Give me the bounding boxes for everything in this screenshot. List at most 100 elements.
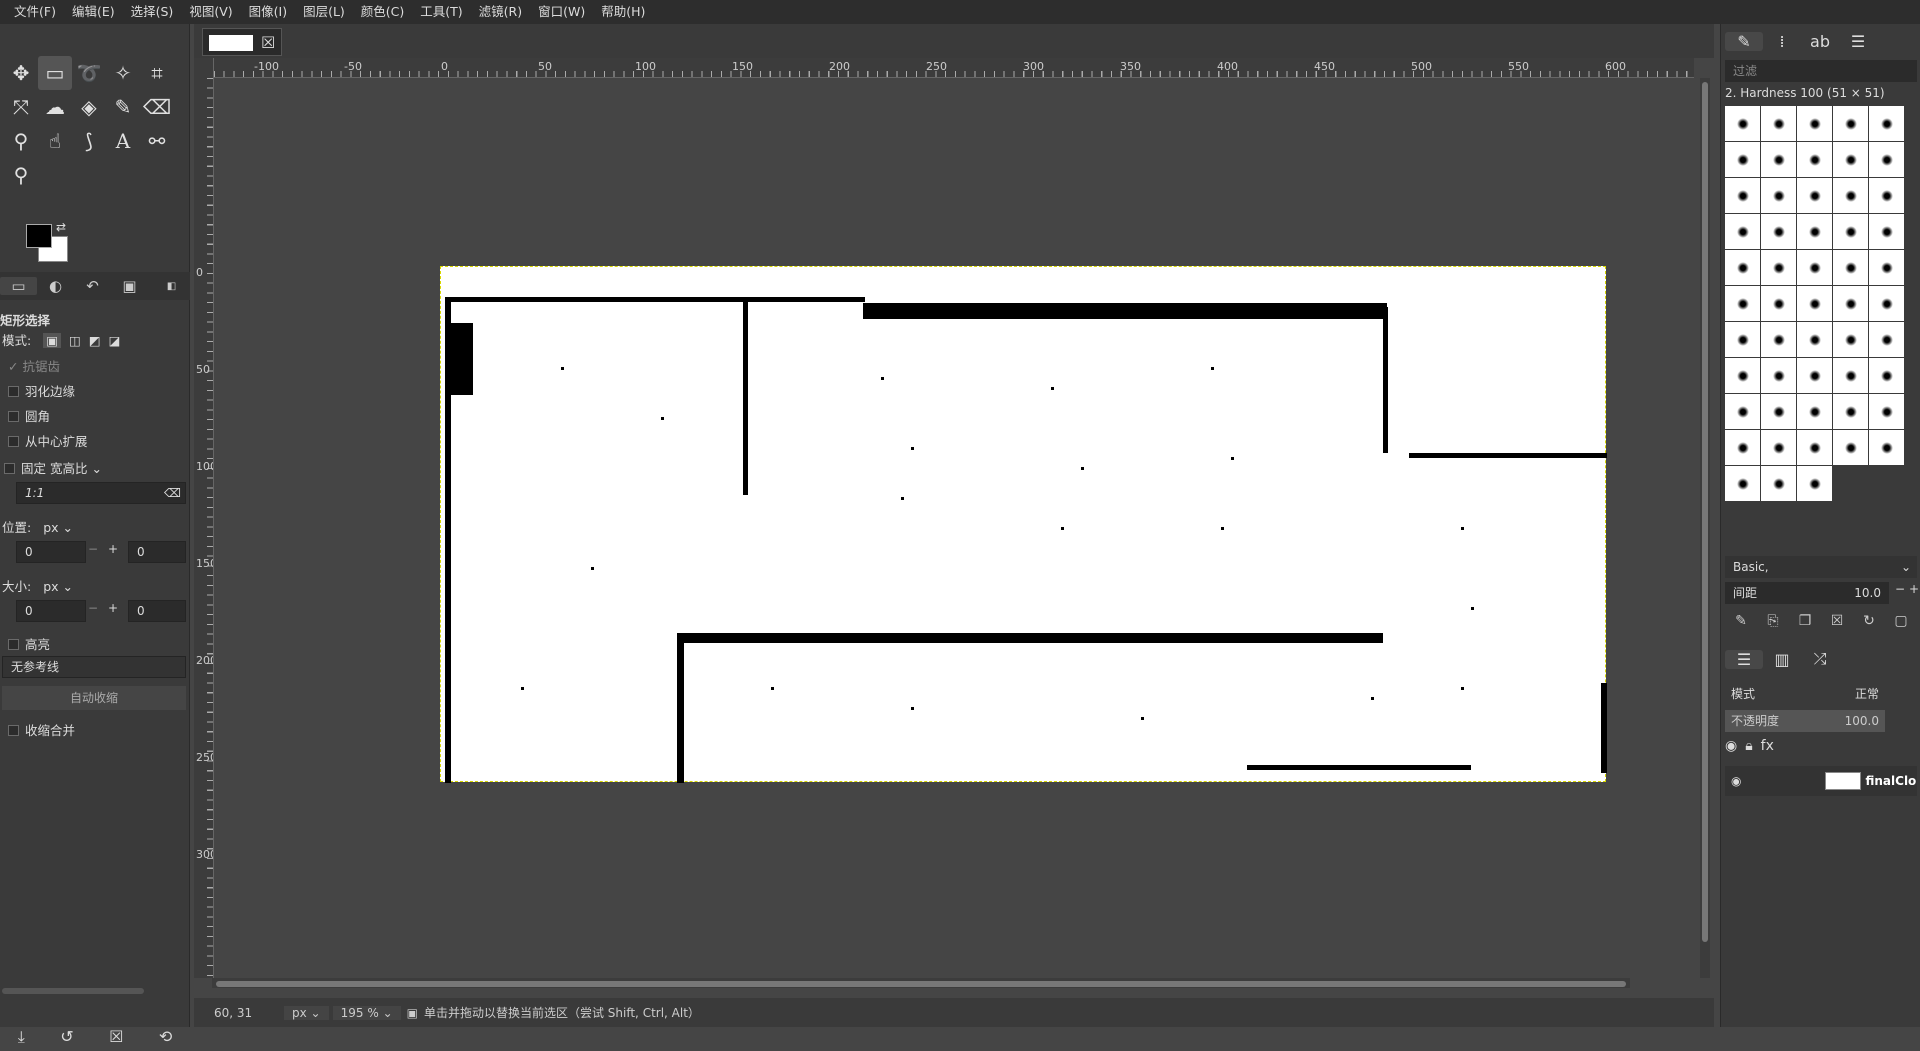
cancel-icon[interactable]: ▣ xyxy=(407,1006,418,1020)
eraser-tool-icon[interactable]: ⌫ xyxy=(140,90,174,124)
brush-item[interactable] xyxy=(1833,106,1868,141)
save-options-icon[interactable]: ⤓ xyxy=(18,1027,25,1047)
brush-item[interactable] xyxy=(1725,322,1760,357)
brushes-tab-icon[interactable]: ✎ xyxy=(1725,31,1763,51)
image-canvas[interactable] xyxy=(440,266,1607,783)
brush-item[interactable] xyxy=(1725,106,1760,141)
menu-help[interactable]: 帮助(H) xyxy=(593,0,653,24)
zoom-dropdown[interactable]: 195 % ⌄ xyxy=(332,1005,401,1020)
brush-item[interactable] xyxy=(1869,286,1904,321)
plus-icon[interactable]: + xyxy=(108,601,118,615)
mode-replace-icon[interactable]: ▣ xyxy=(43,333,62,348)
brush-item[interactable] xyxy=(1869,142,1904,177)
bucket-fill-tool-icon[interactable]: ◈ xyxy=(72,90,106,124)
brush-item[interactable] xyxy=(1869,394,1904,429)
rounded-checkbox[interactable] xyxy=(8,411,19,422)
fixed-checkbox[interactable] xyxy=(4,463,15,474)
menu-select[interactable]: 选择(S) xyxy=(123,0,182,24)
paths-tool-icon[interactable]: ⟆ xyxy=(72,124,106,158)
brush-item[interactable] xyxy=(1797,358,1832,393)
position-unit-dropdown[interactable]: px xyxy=(43,520,58,535)
brush-item[interactable] xyxy=(1761,250,1796,285)
brush-item[interactable] xyxy=(1869,106,1904,141)
new-brush-icon[interactable]: ⎘ xyxy=(1757,613,1789,629)
size-w-field[interactable]: 0 xyxy=(16,600,86,622)
fixed-type-dropdown[interactable]: 宽高比 xyxy=(50,461,88,476)
brush-item[interactable] xyxy=(1797,394,1832,429)
clear-field-icon[interactable]: ⌫ xyxy=(164,483,181,503)
restore-options-icon[interactable]: ↺ xyxy=(60,1027,73,1046)
scroll-thumb[interactable] xyxy=(1702,82,1708,942)
zoom-tool-icon[interactable]: ⚲ xyxy=(4,158,38,192)
brush-item[interactable] xyxy=(1761,286,1796,321)
tab-menu-icon[interactable]: ◧ xyxy=(153,281,190,292)
brush-item[interactable] xyxy=(1761,214,1796,249)
clone-tool-icon[interactable]: ⚲ xyxy=(4,124,38,158)
brush-item[interactable] xyxy=(1761,430,1796,465)
close-icon[interactable]: ☒ xyxy=(261,33,275,52)
minus-icon[interactable]: − xyxy=(88,542,98,556)
brush-item[interactable] xyxy=(1833,142,1868,177)
brush-item[interactable] xyxy=(1725,250,1760,285)
brush-preset-dropdown[interactable]: Basic, ⌄ xyxy=(1725,556,1917,578)
layer-visibility-icon[interactable]: ◉ xyxy=(1731,774,1741,788)
mode-intersect-icon[interactable]: ◪ xyxy=(109,333,121,348)
brush-filter-input[interactable]: 过滤 xyxy=(1725,60,1917,82)
layers-tab-icon[interactable]: ☰ xyxy=(1725,649,1763,669)
rounded-row[interactable]: 圆角 xyxy=(0,406,190,425)
brush-item[interactable] xyxy=(1725,214,1760,249)
fuzzy-select-tool-icon[interactable]: ✧ xyxy=(106,56,140,90)
move-tool-icon[interactable]: ✥ xyxy=(4,56,38,90)
brush-item[interactable] xyxy=(1725,358,1760,393)
menu-tools[interactable]: 工具(T) xyxy=(412,0,470,24)
opacity-slider[interactable]: 不透明度 100.0 xyxy=(1725,710,1885,732)
brush-item[interactable] xyxy=(1725,286,1760,321)
feather-checkbox[interactable] xyxy=(8,386,19,397)
spacing-slider[interactable]: 间距 10.0 xyxy=(1725,582,1889,604)
guides-dropdown[interactable]: 无参考线 xyxy=(2,656,186,678)
paintbrush-tool-icon[interactable]: ✎ xyxy=(106,90,140,124)
shrink-merged-checkbox[interactable] xyxy=(8,725,19,736)
brush-item[interactable] xyxy=(1797,250,1832,285)
brush-item[interactable] xyxy=(1725,178,1760,213)
eye-icon[interactable]: ◉ xyxy=(1725,738,1737,754)
device-status-tab-icon[interactable]: ◐ xyxy=(37,277,74,295)
pos-x-field[interactable]: 0 xyxy=(16,541,86,563)
size-h-field[interactable]: 0 xyxy=(128,600,186,622)
brush-item[interactable] xyxy=(1761,106,1796,141)
menu-image[interactable]: 图像(I) xyxy=(241,0,295,24)
brush-item[interactable] xyxy=(1833,286,1868,321)
image-tab[interactable]: ☒ xyxy=(202,28,282,56)
expand-center-checkbox[interactable] xyxy=(8,436,19,447)
brush-item[interactable] xyxy=(1797,466,1832,501)
plus-icon[interactable]: + xyxy=(108,542,118,556)
brush-item[interactable] xyxy=(1797,214,1832,249)
crop-tool-icon[interactable]: ⌗ xyxy=(140,56,174,90)
brush-item[interactable] xyxy=(1725,142,1760,177)
brush-item[interactable] xyxy=(1869,214,1904,249)
menu-colors[interactable]: 颜色(C) xyxy=(353,0,412,24)
brush-item[interactable] xyxy=(1797,430,1832,465)
swap-colors-icon[interactable]: ⇄ xyxy=(56,220,66,234)
menu-filters[interactable]: 滤镜(R) xyxy=(471,0,530,24)
menu-edit[interactable]: 编辑(E) xyxy=(64,0,123,24)
rect-select-tool-icon[interactable]: ▭ xyxy=(38,56,72,90)
scroll-thumb[interactable] xyxy=(216,981,1626,987)
layer-row[interactable]: ◉ finalClo xyxy=(1725,766,1917,796)
expand-center-row[interactable]: 从中心扩展 xyxy=(0,431,190,450)
size-unit-dropdown[interactable]: px xyxy=(43,579,58,594)
paths-tab-icon[interactable]: ⤮ xyxy=(1801,649,1839,669)
brush-item[interactable] xyxy=(1725,430,1760,465)
brush-item[interactable] xyxy=(1761,394,1796,429)
panel-scrollbar[interactable] xyxy=(2,988,144,994)
brush-item[interactable] xyxy=(1833,250,1868,285)
pos-y-field[interactable]: 0 xyxy=(128,541,186,563)
text-tool-icon[interactable]: A xyxy=(106,124,140,158)
transform-tool-icon[interactable]: ⤧ xyxy=(4,90,38,124)
ratio-field[interactable]: 1:1 ⌫ xyxy=(16,482,186,504)
brush-item[interactable] xyxy=(1869,322,1904,357)
fonts-tab-icon[interactable]: ab xyxy=(1801,32,1839,51)
canvas-area[interactable] xyxy=(194,58,1694,978)
brush-item[interactable] xyxy=(1869,430,1904,465)
minus-icon[interactable]: − xyxy=(1895,582,1905,596)
